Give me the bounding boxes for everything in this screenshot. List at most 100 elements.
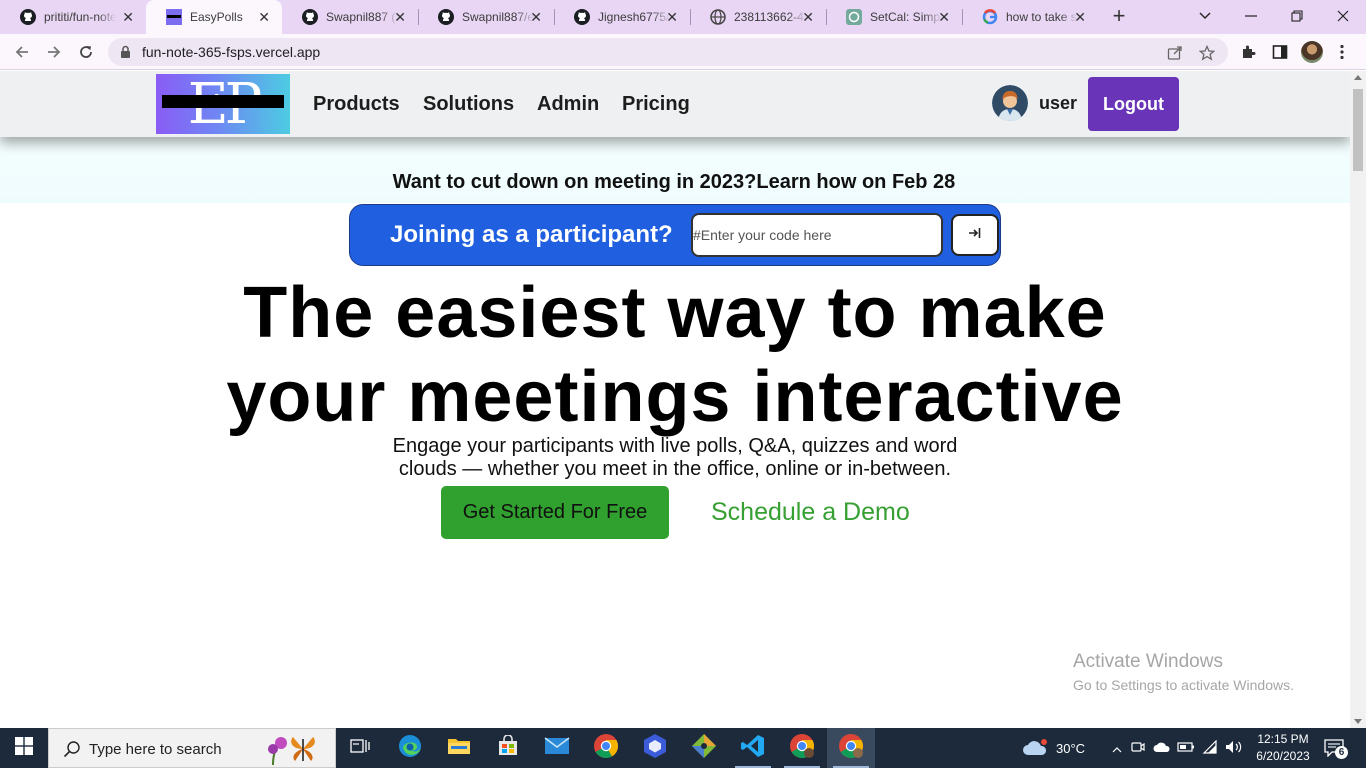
nav-pricing[interactable]: Pricing xyxy=(622,93,690,116)
taskbar-edge[interactable] xyxy=(386,728,434,768)
restore-button[interactable] xyxy=(1282,4,1312,28)
easypolls-logo[interactable]: EP xyxy=(156,74,290,134)
user-name: user xyxy=(1039,93,1078,113)
meet-now-icon[interactable] xyxy=(1126,740,1150,757)
taskbar-search[interactable]: Type here to search xyxy=(48,728,336,768)
taskbar-chrome-profile-2[interactable] xyxy=(827,728,875,768)
close-tab-icon[interactable]: ✕ xyxy=(394,9,406,25)
scroll-down-arrow-icon[interactable] xyxy=(1354,719,1362,724)
github-icon xyxy=(302,9,318,25)
side-panel-icon[interactable] xyxy=(1270,42,1290,62)
tab-github-swapnil-e[interactable]: Swapnil887/e ✕ xyxy=(418,0,554,34)
notification-icon: 6 xyxy=(1324,739,1348,759)
wifi-icon[interactable] xyxy=(1198,739,1222,757)
watermark-title: Activate Windows xyxy=(1073,651,1223,672)
weather-temperature: 30°C xyxy=(1056,740,1086,756)
nav-products[interactable]: Products xyxy=(313,93,400,116)
close-tab-icon[interactable]: ✕ xyxy=(938,9,950,25)
cloud-weather-icon xyxy=(1022,737,1050,760)
tab-search-button[interactable] xyxy=(1190,4,1220,28)
notification-center-button[interactable]: 6 xyxy=(1322,736,1348,760)
tab-github-swapnil[interactable]: Swapnil887 (S ✕ xyxy=(282,0,418,34)
logout-button[interactable]: Logout xyxy=(1088,77,1179,131)
windows-taskbar: Type here to search 30°C 12:15 PM 6/20/2… xyxy=(0,728,1366,768)
tab-title: Jignesh6775/ xyxy=(598,10,670,24)
minimize-button[interactable] xyxy=(1236,4,1266,28)
extensions-puzzle-icon[interactable] xyxy=(1238,42,1258,62)
close-tab-icon[interactable]: ✕ xyxy=(258,9,270,25)
tab-google-search[interactable]: how to take s ✕ xyxy=(962,0,1098,34)
page-viewport: EP Products Solutions Admin Pricing user… xyxy=(0,71,1350,728)
back-button[interactable] xyxy=(10,40,34,64)
taskbar-vscode[interactable] xyxy=(729,728,777,768)
chatgpt-icon xyxy=(846,9,862,25)
share-icon[interactable] xyxy=(1166,44,1184,62)
search-highlight-butterfly-icon xyxy=(259,731,331,767)
onedrive-cloud-icon[interactable] xyxy=(1150,741,1174,756)
taskbar-mail[interactable] xyxy=(533,728,581,768)
system-tray-icons xyxy=(1108,728,1246,768)
scroll-up-arrow-icon[interactable] xyxy=(1354,75,1362,80)
taskbar-chrome[interactable] xyxy=(582,728,630,768)
join-participant-box: Joining as a participant? xyxy=(349,204,1001,266)
schedule-demo-link[interactable]: Schedule a Demo xyxy=(711,498,910,527)
taskbar-file-explorer[interactable] xyxy=(435,728,483,768)
close-tab-icon[interactable]: ✕ xyxy=(666,9,678,25)
reload-button[interactable] xyxy=(74,40,98,64)
close-tab-icon[interactable]: ✕ xyxy=(122,9,134,25)
hexagon-app-icon xyxy=(643,733,667,764)
notification-count-badge: 6 xyxy=(1335,746,1348,759)
close-tab-icon[interactable]: ✕ xyxy=(802,9,814,25)
tab-easypolls[interactable]: EasyPolls ✕ xyxy=(146,0,282,34)
tab-github-fun-note[interactable]: prititi/fun-note ✕ xyxy=(0,0,146,34)
git-diamond-icon xyxy=(691,733,717,764)
task-view-button[interactable] xyxy=(336,728,384,768)
taskbar-app-hex[interactable] xyxy=(631,728,679,768)
activate-windows-watermark: Activate Windows Go to Settings to activ… xyxy=(1073,651,1294,693)
search-icon xyxy=(63,740,81,763)
participant-code-input[interactable] xyxy=(691,213,943,257)
easypolls-icon xyxy=(166,9,182,25)
taskbar-git[interactable] xyxy=(680,728,728,768)
hero-headline-line1: The easiest way to make xyxy=(243,273,1107,353)
start-button[interactable] xyxy=(0,728,48,768)
taskbar-clock[interactable]: 12:15 PM 6/20/2023 xyxy=(1252,731,1314,765)
show-hidden-icons-chevron-icon[interactable] xyxy=(1108,741,1126,756)
battery-icon[interactable] xyxy=(1174,741,1198,756)
user-avatar[interactable] xyxy=(992,85,1028,121)
get-started-button[interactable]: Get Started For Free xyxy=(441,486,669,539)
announcement-label[interactable]: Want to cut down on meeting in 2023?Lear… xyxy=(393,171,956,194)
scrollbar-thumb[interactable] xyxy=(1353,89,1363,171)
tab-title: SetCal: Simpli xyxy=(870,10,942,24)
new-tab-button[interactable]: + xyxy=(1108,5,1130,28)
chrome-profile-icon xyxy=(838,733,864,764)
close-tab-icon[interactable]: ✕ xyxy=(1074,9,1086,25)
clock-time: 12:15 PM xyxy=(1257,732,1309,746)
address-bar[interactable]: fun-note-365-fsps.vercel.app xyxy=(108,38,1228,66)
nav-admin[interactable]: Admin xyxy=(537,93,599,116)
taskbar-store[interactable] xyxy=(484,728,532,768)
chrome-menu-icon[interactable] xyxy=(1332,42,1352,62)
close-tab-icon[interactable]: ✕ xyxy=(530,9,542,25)
tab-title: EasyPolls xyxy=(190,10,243,24)
join-label: Joining as a participant? xyxy=(390,221,673,248)
google-icon xyxy=(982,9,998,25)
join-submit-button[interactable] xyxy=(951,214,999,256)
announcement-text: Want to cut down on meeting in 2023?Lear… xyxy=(0,171,1350,194)
tab-chatgpt-setcal[interactable]: SetCal: Simpli ✕ xyxy=(826,0,962,34)
close-window-button[interactable] xyxy=(1328,4,1358,28)
nav-solutions[interactable]: Solutions xyxy=(423,93,514,116)
forward-button[interactable] xyxy=(42,40,66,64)
volume-icon[interactable] xyxy=(1222,740,1246,757)
profile-avatar[interactable] xyxy=(1301,41,1323,63)
bookmark-star-icon[interactable] xyxy=(1198,44,1216,62)
weather-widget[interactable]: 30°C xyxy=(1022,728,1085,768)
globe-icon xyxy=(710,9,726,25)
announcement-banner: Want to cut down on meeting in 2023?Lear… xyxy=(0,137,1350,203)
page-scrollbar[interactable] xyxy=(1350,71,1366,728)
browser-tab-strip: prititi/fun-note ✕ EasyPolls ✕ Swapnil88… xyxy=(0,0,1366,34)
tab-image-238113662[interactable]: 238113662-4 ✕ xyxy=(690,0,826,34)
tab-github-jignesh[interactable]: Jignesh6775/ ✕ xyxy=(554,0,690,34)
taskbar-chrome-profile-1[interactable] xyxy=(778,728,826,768)
tab-title: how to take s xyxy=(1006,10,1077,24)
